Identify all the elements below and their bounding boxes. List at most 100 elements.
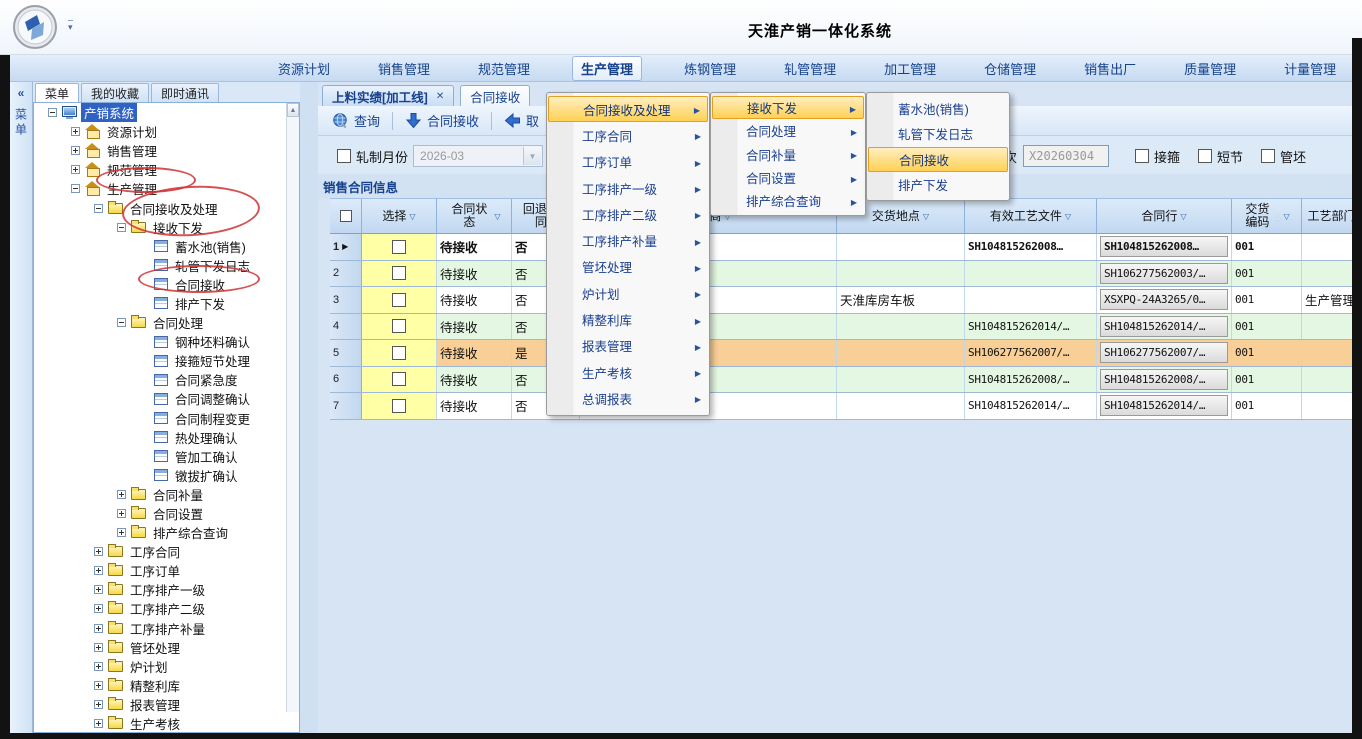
menu-item[interactable]: 炉计划 xyxy=(548,280,708,306)
tree-item[interactable]: 合同紧急度 xyxy=(34,370,299,389)
filter-checkbox-item[interactable]: 短节 xyxy=(1198,147,1243,166)
menu-item[interactable]: 工序订单 xyxy=(548,149,708,175)
row-checkbox[interactable] xyxy=(392,266,406,280)
menu-item[interactable]: 合同设置 xyxy=(712,166,864,189)
row-number-cell[interactable]: 5 ▶ xyxy=(330,340,362,366)
menu-item[interactable]: 轧管下发日志 xyxy=(868,121,1008,146)
tree-expander-icon[interactable] xyxy=(94,681,103,690)
sort-asc-icon[interactable] xyxy=(1274,209,1280,223)
tree-item[interactable]: 工序合同 xyxy=(34,542,299,561)
tree-item[interactable]: 生产考核 xyxy=(34,714,299,733)
tree-item[interactable]: 炉计划 xyxy=(34,657,299,676)
tree-item[interactable]: 热处理确认 xyxy=(34,428,299,447)
row-select-cell[interactable] xyxy=(362,261,437,287)
menu-bar-item[interactable]: 资源计划 xyxy=(272,56,336,81)
menu-bar-item[interactable]: 仓储管理 xyxy=(978,56,1042,81)
tree-expander-icon[interactable] xyxy=(71,127,80,136)
tree-expander-icon[interactable] xyxy=(117,490,126,499)
sidebar-tab[interactable]: 我的收藏 xyxy=(81,83,149,102)
checkbox[interactable] xyxy=(1135,149,1149,163)
column-header-contract-line[interactable]: 合同行 xyxy=(1097,198,1232,234)
tree-item[interactable]: 精整利库 xyxy=(34,676,299,695)
close-tab-icon[interactable] xyxy=(436,91,444,102)
menu-bar-item[interactable]: 销售出厂 xyxy=(1078,56,1142,81)
menu-item[interactable]: 接收下发 xyxy=(712,96,864,119)
tree-expander-icon[interactable] xyxy=(94,719,103,728)
tree-item[interactable]: 管坯处理 xyxy=(34,638,299,657)
menu-bar-item[interactable]: 生产管理 xyxy=(572,56,642,81)
tree-item[interactable]: 报表管理 xyxy=(34,695,299,714)
column-header-process-doc[interactable]: 有效工艺文件 xyxy=(965,198,1097,234)
tree-expander-icon[interactable] xyxy=(94,204,103,213)
tree-expander-icon[interactable] xyxy=(117,223,126,232)
row-number-cell[interactable]: 2 ▶ xyxy=(330,261,362,287)
menu-item[interactable]: 工序排产补量 xyxy=(548,227,708,253)
row-select-cell[interactable] xyxy=(362,393,437,419)
roll-month-select[interactable]: 2026-03 ▼ xyxy=(413,145,543,167)
row-checkbox[interactable] xyxy=(392,372,406,386)
contract-line-cell[interactable]: SH104815262014/… xyxy=(1097,314,1232,340)
tree-expander-icon[interactable] xyxy=(94,547,103,556)
sidebar-tab[interactable]: 即时通讯 xyxy=(151,83,219,102)
tree-expander-icon[interactable] xyxy=(117,318,126,327)
roll-month-checkbox[interactable] xyxy=(337,149,351,163)
tree-item[interactable]: 合同调整确认 xyxy=(34,389,299,408)
menu-item[interactable]: 合同处理 xyxy=(712,119,864,142)
column-header-delivery-code[interactable]: 交货编码 xyxy=(1232,198,1302,234)
menu-item[interactable]: 总调报表 xyxy=(548,385,708,411)
contract-line-cell[interactable]: XSXPQ-24A3265/0… xyxy=(1097,287,1232,313)
tree-item[interactable]: 接箍短节处理 xyxy=(34,351,299,370)
tree-expander-icon[interactable] xyxy=(94,585,103,594)
tree-item[interactable]: 排产综合查询 xyxy=(34,523,299,542)
tree-item[interactable]: 合同设置 xyxy=(34,504,299,523)
contract-receive-button[interactable]: 合同接收 xyxy=(399,109,485,132)
row-select-cell[interactable] xyxy=(362,314,437,340)
tree-item[interactable]: 排产下发 xyxy=(34,294,299,313)
tree-expander-icon[interactable] xyxy=(94,643,103,652)
column-header-status[interactable]: 合同状态 xyxy=(437,198,512,234)
collapse-chevrons-icon[interactable]: « xyxy=(10,86,32,100)
tree-expander-icon[interactable] xyxy=(94,566,103,575)
chevron-down-icon[interactable]: ▼ xyxy=(523,147,541,165)
batch-input[interactable]: X20260304 xyxy=(1023,145,1109,167)
app-logo-icon[interactable] xyxy=(12,4,58,50)
row-select-cell[interactable] xyxy=(362,234,437,260)
collapsed-panel-strip[interactable]: « 菜单 xyxy=(10,82,33,733)
tree-item[interactable]: 工序排产一级 xyxy=(34,580,299,599)
tree-item[interactable]: 镦拔扩确认 xyxy=(34,466,299,485)
tree-expander-icon[interactable] xyxy=(117,528,126,537)
menu-item[interactable]: 精整利库 xyxy=(548,306,708,332)
menu-item[interactable]: 排产综合查询 xyxy=(712,189,864,212)
query-button[interactable]: 查询 xyxy=(326,109,386,132)
tree-expander-icon[interactable] xyxy=(71,146,80,155)
menu-item[interactable]: 工序合同 xyxy=(548,122,708,148)
menu-item[interactable]: 合同接收及处理 xyxy=(548,96,708,122)
table-row[interactable]: 2 ▶ 待接收 否 江苏天淮钢管… SH106277562003/… xyxy=(330,261,1362,288)
tree-expander-icon[interactable] xyxy=(94,662,103,671)
row-number-cell[interactable]: 6 ▶ xyxy=(330,367,362,393)
tree-item[interactable]: 工序排产二级 xyxy=(34,599,299,618)
menu-item[interactable]: 蓄水池(销售) xyxy=(868,96,1008,121)
row-checkbox[interactable] xyxy=(392,346,406,360)
tree-item[interactable]: 合同制程变更 xyxy=(34,409,299,428)
row-checkbox[interactable] xyxy=(392,293,406,307)
tree-expander-icon[interactable] xyxy=(94,624,103,633)
filter-icon[interactable] xyxy=(1284,209,1290,223)
tree-item[interactable]: 工序订单 xyxy=(34,561,299,580)
column-header-select[interactable]: 选择 xyxy=(362,198,437,234)
tree-item[interactable]: 工序排产补量 xyxy=(34,619,299,638)
menu-bar-item[interactable]: 轧管管理 xyxy=(778,56,842,81)
contract-line-cell[interactable]: SH106277562003/… xyxy=(1097,261,1232,287)
tree-item[interactable]: 产销系统 xyxy=(34,103,299,122)
tree-expander-icon[interactable] xyxy=(71,165,80,174)
table-row[interactable]: 7 ▶ 待接收 否 江苏天淮钢管… SH104815262014/… SH104… xyxy=(330,393,1362,420)
tree-expander-icon[interactable] xyxy=(48,108,57,117)
menu-item[interactable]: 工序排产一级 xyxy=(548,175,708,201)
menu-bar-item[interactable]: 加工管理 xyxy=(878,56,942,81)
sidebar-tab[interactable]: 菜单 xyxy=(35,83,79,102)
select-all-checkbox[interactable] xyxy=(340,210,352,222)
quick-access-arrow-icon[interactable] xyxy=(68,22,73,33)
contract-line-cell[interactable]: SH106277562007/… xyxy=(1097,340,1232,366)
cancel-receive-button[interactable]: 取 xyxy=(498,109,545,132)
contract-line-cell[interactable]: SH104815262008/… xyxy=(1097,367,1232,393)
